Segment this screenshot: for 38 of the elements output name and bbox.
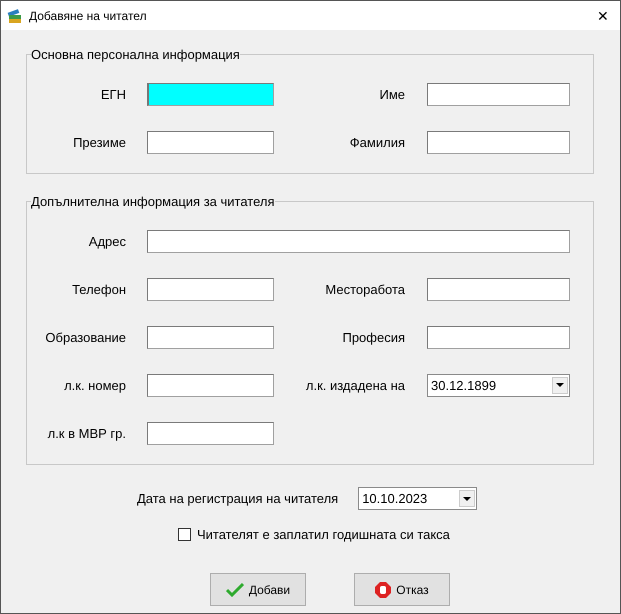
field-label: Телефон	[72, 282, 126, 296]
input-field[interactable]	[427, 278, 570, 300]
input-field[interactable]	[147, 82, 274, 106]
input-field[interactable]	[427, 82, 570, 106]
field-label: л.к. издадена на	[306, 378, 405, 392]
field-label: Професия	[342, 330, 405, 344]
input-field[interactable]	[147, 278, 274, 300]
input-field[interactable]	[147, 374, 274, 396]
date-picker[interactable]: 30.12.1899	[427, 374, 570, 396]
group-title: Допълнителна информация за читателя	[31, 194, 275, 209]
field-label: Дата на регистрация на читателя	[137, 491, 338, 506]
window-title: Добавяне на читател	[29, 8, 148, 22]
field-label: Презиме	[73, 134, 126, 150]
field-label: ЕГН	[100, 86, 126, 102]
field-label: Име	[379, 86, 405, 102]
field-label: л.к. номер	[64, 378, 126, 392]
books-icon	[7, 8, 23, 24]
checkbox[interactable]	[178, 528, 191, 541]
checkmark-icon	[226, 582, 244, 596]
checkbox-label: Читателят е заплатил годишната си такса	[197, 527, 450, 542]
field-label: Фамилия	[350, 134, 405, 150]
field-label: Образование	[45, 330, 126, 344]
input-field[interactable]	[147, 130, 274, 154]
input-field[interactable]	[147, 326, 274, 348]
close-button[interactable]: ✕	[588, 8, 618, 24]
input-field[interactable]	[147, 230, 570, 252]
field-label: Адрес	[88, 234, 126, 248]
group-title: Основна персонална информация	[31, 47, 240, 62]
field-label: л.к в МВР гр.	[48, 426, 126, 440]
caret-icon	[556, 383, 564, 387]
input-field[interactable]	[147, 422, 274, 444]
date-picker[interactable]: 10.10.2023	[358, 487, 478, 510]
caret-icon	[463, 496, 472, 500]
input-field[interactable]	[427, 130, 570, 154]
field-label: Месторабота	[325, 282, 405, 296]
dialog-button[interactable]: Отказ	[354, 573, 450, 606]
input-field[interactable]	[427, 326, 570, 348]
dialog-button[interactable]: Добави	[210, 573, 306, 606]
